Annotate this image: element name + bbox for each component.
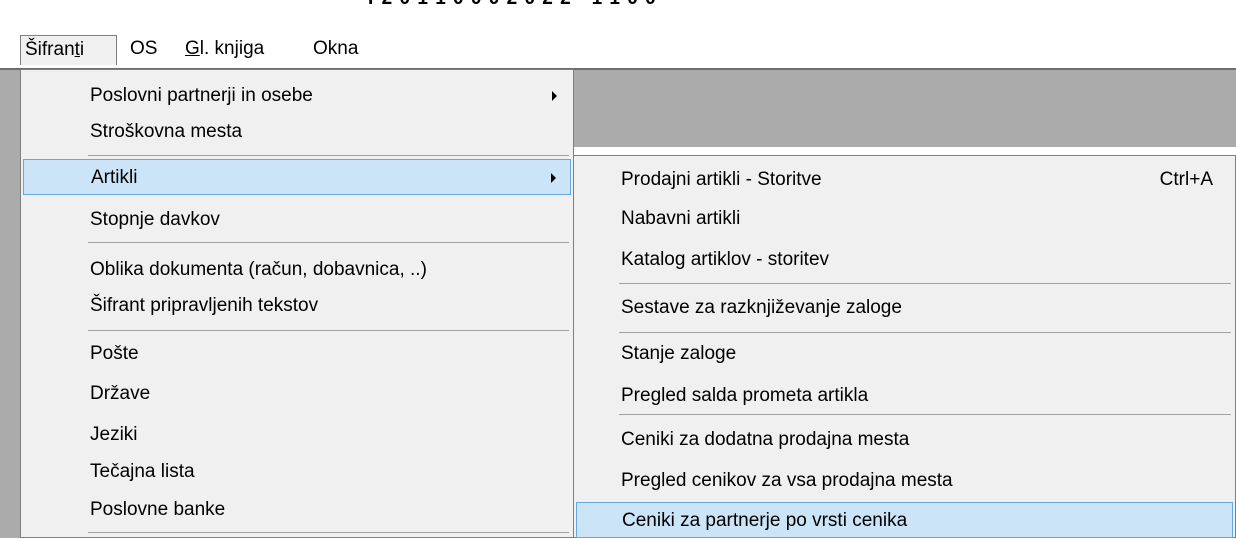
menu-item-label: Pošte [90,343,139,364]
menu-item-label: Poslovni partnerji in osebe [90,85,313,106]
menu-item-poste[interactable]: Pošte [23,336,571,372]
menu-os[interactable]: OS [126,35,161,65]
menu-item-label: Stanje zaloge [621,343,737,364]
menu-os-label: OS [130,38,158,59]
submenu-artikli: Prodajni artikli - Storitve Ctrl+A Nabav… [573,155,1236,538]
menu-item-label: Ceniki za partnerje po vrsti cenika [622,510,908,531]
menu-item-label: Ceniki za dodatna prodajna mesta [621,429,910,450]
submenu-item-prodajni-artikli[interactable]: Prodajni artikli - Storitve Ctrl+A [576,162,1233,198]
window-title-fragment: P2 0 1 1 0 0 0 2 0 2 2 - 1 1 0 0 [368,0,657,9]
submenu-item-stanje-zaloge[interactable]: Stanje zaloge [576,336,1233,372]
menu-sifranti[interactable]: Šifranti [20,35,117,65]
submenu-item-katalog-artiklov[interactable]: Katalog artiklov - storitev [576,242,1233,278]
menu-separator [88,155,569,156]
submenu-item-nabavni-artikli[interactable]: Nabavni artikli [576,201,1233,237]
menu-gl-knjiga-label: l. knjiga [199,38,265,59]
menu-item-poslovni-partnerji[interactable]: Poslovni partnerji in osebe [23,78,571,114]
menu-sifranti-label: Šifran [25,39,75,60]
menu-okna[interactable]: Okna [309,35,362,65]
menu-item-sifrant-tekstov[interactable]: Šifrant pripravljenih tekstov [23,288,571,324]
menu-item-stopnje-davkov[interactable]: Stopnje davkov [23,202,571,238]
menu-item-label: Šifrant pripravljenih tekstov [90,295,319,316]
dropdown-sifranti: Poslovni partnerji in osebe Stroškovna m… [20,69,574,538]
menu-item-label: Nabavni artikli [621,208,741,229]
menu-item-oblika-dokumenta[interactable]: Oblika dokumenta (račun, dobavnica, ..) [23,252,571,288]
menu-item-shortcut: Ctrl+A [1159,169,1213,190]
menu-item-drzave[interactable]: Države [23,376,571,412]
menu-separator [88,242,569,243]
menu-item-label: Prodajni artikli - Storitve [621,169,822,190]
menu-item-label: Oblika dokumenta (račun, dobavnica, ..) [90,259,427,280]
submenu-item-pregled-cenikov[interactable]: Pregled cenikov za vsa prodajna mesta [576,463,1233,499]
menu-item-label: Stopnje davkov [90,209,220,230]
menu-separator [619,283,1231,284]
menu-item-poslovne-banke[interactable]: Poslovne banke [23,492,571,528]
menu-gl-knjiga[interactable]: Gl. knjiga [181,35,268,65]
menu-gl-knjiga-accel: G [185,38,200,59]
menu-item-label: Pregled salda prometa artikla [621,385,869,406]
menu-item-label: Tečajna lista [90,461,195,482]
menu-item-stroskovna-mesta[interactable]: Stroškovna mesta [23,114,571,150]
menu-item-artikli[interactable]: Artikli [23,159,571,195]
menu-item-label: Jeziki [90,424,138,445]
submenu-arrow-icon [551,173,556,183]
menu-item-label: Države [90,383,151,404]
menu-separator [88,330,569,331]
menu-item-label: Katalog artiklov - storitev [621,249,830,270]
menu-item-label: Poslovne banke [90,499,226,520]
menu-item-tecajna-lista[interactable]: Tečajna lista [23,454,571,490]
menu-item-label: Artikli [91,167,138,188]
menu-separator [619,414,1231,415]
menu-separator [88,532,569,533]
menu-sifranti-label-end: i [79,39,85,60]
menu-item-jeziki[interactable]: Jeziki [23,417,571,453]
menu-okna-label: Okna [313,38,359,59]
submenu-item-ceniki-dodatna[interactable]: Ceniki za dodatna prodajna mesta [576,422,1233,458]
submenu-item-pregled-salda[interactable]: Pregled salda prometa artikla [576,378,1233,414]
submenu-item-ceniki-partnerje[interactable]: Ceniki za partnerje po vrsti cenika [576,502,1233,538]
menu-item-label: Sestave za razknjiževanje zaloge [621,297,902,318]
menu-bar: Šifranti OS Gl. knjiga Okna [0,30,1236,68]
menu-item-label: Stroškovna mesta [90,121,243,142]
menu-separator [619,332,1231,333]
menu-item-label: Pregled cenikov za vsa prodajna mesta [621,470,953,491]
submenu-item-sestave[interactable]: Sestave za razknjiževanje zaloge [576,290,1233,326]
submenu-arrow-icon [552,91,557,101]
